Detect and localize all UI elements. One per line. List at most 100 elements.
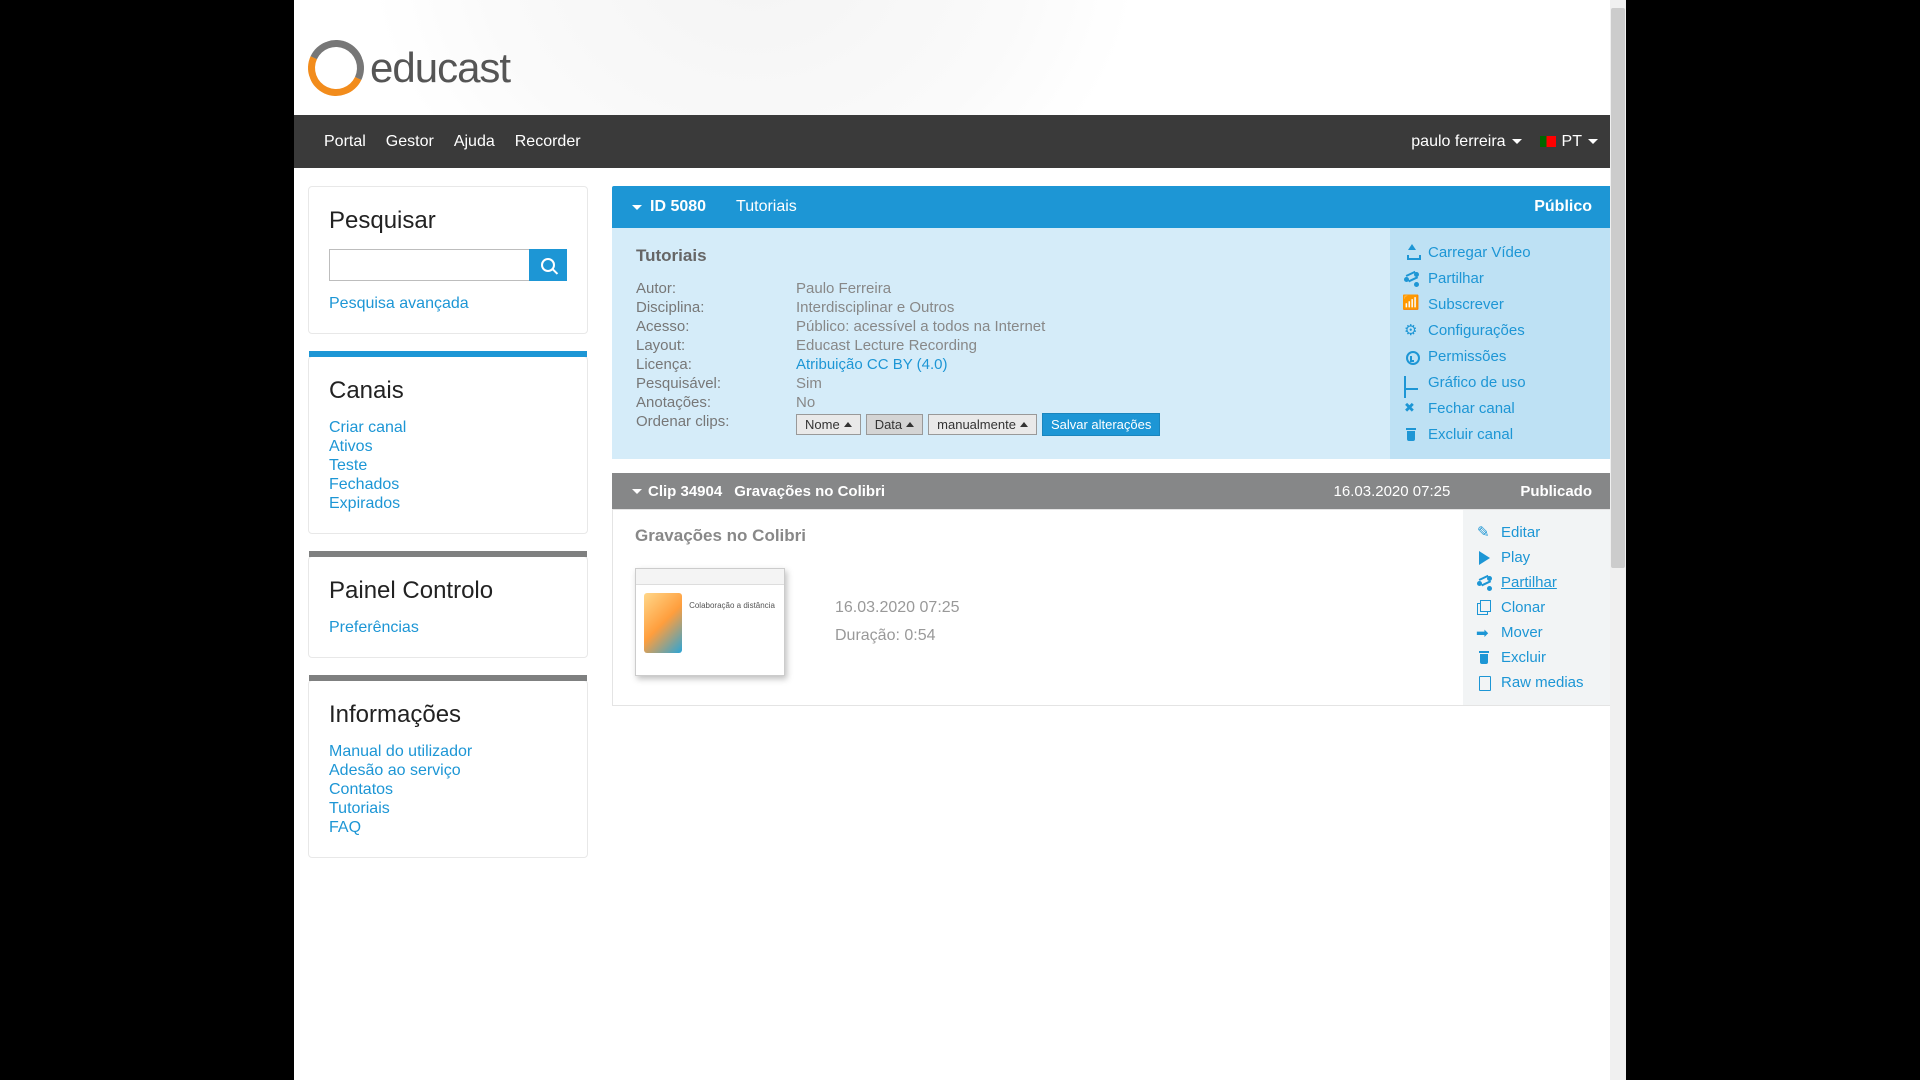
canais-criar[interactable]: Criar canal	[329, 419, 567, 437]
channel-header[interactable]: ID 5080 Tutoriais Público	[612, 186, 1612, 228]
close-icon	[1404, 402, 1420, 416]
action-label: Fechar canal	[1428, 400, 1515, 417]
clip-action-editar[interactable]: Editar	[1477, 524, 1597, 541]
upload-icon	[1404, 246, 1420, 260]
meta-anotacoes-value: No	[796, 394, 1366, 411]
clip-actions: Editar Play Partilhar Clonar Mover Exclu…	[1463, 510, 1611, 705]
rss-icon	[1404, 298, 1420, 312]
clip-date: 16.03.2020 07:25	[835, 599, 960, 617]
action-label: Subscrever	[1428, 296, 1504, 313]
info-faq[interactable]: FAQ	[329, 819, 567, 837]
sort-nome-button[interactable]: Nome	[796, 414, 861, 435]
caret-down-icon	[1512, 139, 1522, 144]
clip-id: Clip 34904	[648, 483, 722, 500]
nav-portal[interactable]: Portal	[314, 115, 376, 168]
channel-status-badge: Público	[1534, 198, 1592, 216]
canais-fechados[interactable]: Fechados	[329, 476, 567, 494]
action-label: Partilhar	[1428, 270, 1484, 287]
meta-pesquisavel-value: Sim	[796, 375, 1366, 392]
action-label: Gráfico de uso	[1428, 374, 1526, 391]
action-label: Permissões	[1428, 348, 1506, 365]
meta-pesquisavel-label: Pesquisável:	[636, 375, 796, 392]
channel-body: Tutoriais Autor: Paulo Ferreira Discipli…	[612, 228, 1612, 459]
clip-action-mover[interactable]: Mover	[1477, 624, 1597, 641]
clip-title: Gravações no Colibri	[635, 526, 1441, 546]
sort-nome-label: Nome	[805, 417, 840, 432]
clip-header-date: 16.03.2020 07:25	[1334, 483, 1451, 500]
action-label: Play	[1501, 549, 1530, 566]
painel-panel: Painel Controlo Preferências	[308, 556, 588, 658]
scrollbar-thumb[interactable]	[1611, 8, 1625, 568]
caret-down-icon	[632, 205, 642, 210]
action-label: Configurações	[1428, 322, 1525, 339]
meta-anotacoes-label: Anotações:	[636, 394, 796, 411]
action-excluir-canal[interactable]: Excluir canal	[1404, 426, 1598, 443]
canais-title: Canais	[329, 377, 567, 405]
clip-action-raw-medias[interactable]: Raw medias	[1477, 674, 1597, 691]
flag-icon	[1540, 136, 1556, 147]
action-partilhar[interactable]: Partilhar	[1404, 270, 1598, 287]
canais-ativos[interactable]: Ativos	[329, 438, 567, 456]
meta-licenca-value[interactable]: Atribuição CC BY (4.0)	[796, 356, 1366, 373]
clip-action-clonar[interactable]: Clonar	[1477, 599, 1597, 616]
action-permissoes[interactable]: Permissões	[1404, 348, 1598, 365]
action-label: Editar	[1501, 524, 1540, 541]
action-label: Excluir	[1501, 649, 1546, 666]
search-button[interactable]	[529, 249, 567, 281]
action-label: Partilhar	[1501, 574, 1557, 591]
meta-layout-label: Layout:	[636, 337, 796, 354]
save-order-button[interactable]: Salvar alterações	[1042, 413, 1160, 436]
info-panel: Informações Manual do utilizador Adesão …	[308, 680, 588, 858]
action-configuracoes[interactable]: Configurações	[1404, 322, 1598, 339]
clip-thumbnail[interactable]: Colaboração a distância	[635, 568, 785, 676]
action-upload-video[interactable]: Carregar Vídeo	[1404, 244, 1598, 261]
sort-data-button[interactable]: Data	[866, 414, 923, 435]
caret-up-icon	[906, 422, 914, 427]
action-grafico[interactable]: Gráfico de uso	[1404, 374, 1598, 391]
gear-icon	[1404, 324, 1420, 338]
canais-teste[interactable]: Teste	[329, 457, 567, 475]
clip-body: Gravações no Colibri Colaboração a distâ…	[612, 509, 1612, 706]
caret-down-icon	[1588, 139, 1598, 144]
info-manual[interactable]: Manual do utilizador	[329, 743, 567, 761]
meta-acesso-label: Acesso:	[636, 318, 796, 335]
info-adesao[interactable]: Adesão ao serviço	[329, 762, 567, 780]
action-label: Raw medias	[1501, 674, 1584, 691]
search-title: Pesquisar	[329, 207, 567, 235]
site-header: educast	[294, 0, 1626, 115]
nav-recorder[interactable]: Recorder	[505, 115, 591, 168]
clip-action-partilhar[interactable]: Partilhar	[1477, 574, 1597, 591]
painel-preferencias[interactable]: Preferências	[329, 619, 567, 637]
language-menu[interactable]: PT	[1532, 133, 1606, 151]
action-label: Carregar Vídeo	[1428, 244, 1531, 261]
thumb-illustration	[644, 593, 682, 653]
clip-action-excluir[interactable]: Excluir	[1477, 649, 1597, 666]
user-menu[interactable]: paulo ferreira	[1401, 133, 1531, 151]
sort-manual-label: manualmente	[937, 417, 1016, 432]
canais-panel: Canais Criar canal Ativos Teste Fechados…	[308, 356, 588, 534]
meta-layout-value: Educast Lecture Recording	[796, 337, 1366, 354]
clip-header[interactable]: Clip 34904 Gravações no Colibri 16.03.20…	[612, 473, 1612, 509]
channel-id: ID 5080	[650, 198, 706, 216]
vertical-scrollbar[interactable]	[1610, 0, 1626, 1080]
info-contatos[interactable]: Contatos	[329, 781, 567, 799]
canais-expirados[interactable]: Expirados	[329, 495, 567, 513]
info-tutoriais[interactable]: Tutoriais	[329, 800, 567, 818]
clip-action-play[interactable]: Play	[1477, 549, 1597, 566]
meta-autor-label: Autor:	[636, 280, 796, 297]
sort-manual-button[interactable]: manualmente	[928, 414, 1037, 435]
meta-disciplina-value: Interdisciplinar e Outros	[796, 299, 1366, 316]
meta-acesso-value: Público: acessível a todos na Internet	[796, 318, 1366, 335]
nav-ajuda[interactable]: Ajuda	[444, 115, 505, 168]
search-icon	[541, 258, 555, 272]
nav-gestor[interactable]: Gestor	[376, 115, 444, 168]
user-name: paulo ferreira	[1411, 133, 1505, 151]
main-navbar: Portal Gestor Ajuda Recorder paulo ferre…	[294, 115, 1626, 168]
action-fechar-canal[interactable]: Fechar canal	[1404, 400, 1598, 417]
brand-logo[interactable]: educast	[308, 40, 510, 96]
caret-up-icon	[844, 422, 852, 427]
action-subscrever[interactable]: Subscrever	[1404, 296, 1598, 313]
search-input[interactable]	[329, 249, 529, 281]
meta-licenca-label: Licença:	[636, 356, 796, 373]
advanced-search-link[interactable]: Pesquisa avançada	[329, 295, 567, 313]
